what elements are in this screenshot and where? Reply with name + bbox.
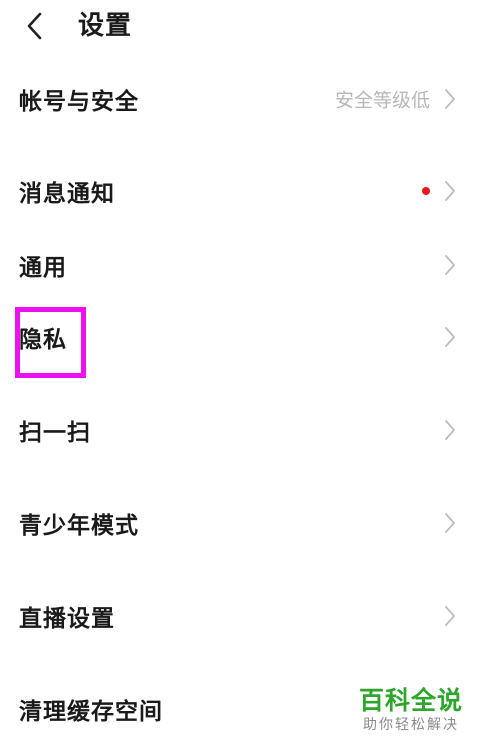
settings-item-label: 隐私 (19, 327, 67, 353)
page-title: 设置 (78, 11, 133, 41)
settings-item-label: 清理缓存空间 (19, 699, 163, 725)
chevron-right-icon (445, 181, 455, 201)
settings-item-teen-mode[interactable]: 青少年模式 (0, 493, 480, 553)
watermark-title: 百科全说 (358, 686, 463, 715)
settings-item-privacy[interactable]: 隐私 (0, 307, 480, 367)
watermark-subtitle: 助你轻松解决 (363, 717, 459, 733)
settings-item-label: 扫一扫 (19, 420, 91, 446)
chevron-left-icon (27, 12, 42, 40)
chevron-right-icon (445, 255, 455, 275)
settings-item-label: 通用 (19, 255, 67, 281)
settings-item-live-settings[interactable]: 直播设置 (0, 586, 480, 646)
chevron-right-icon (445, 89, 455, 109)
header-bar: 设置 (0, 0, 480, 56)
settings-item-label: 帐号与安全 (19, 89, 139, 115)
watermark-logo: 百科全说 助你轻松解决 (356, 686, 466, 734)
security-level-note: 安全等级低 (334, 89, 430, 112)
chevron-right-icon (445, 606, 455, 626)
settings-item-label: 消息通知 (19, 181, 115, 207)
settings-item-label: 直播设置 (19, 606, 115, 632)
settings-item-label: 青少年模式 (19, 513, 139, 539)
chevron-right-icon (445, 513, 455, 533)
chevron-right-icon (445, 420, 455, 440)
settings-item-general[interactable]: 通用 (0, 235, 480, 295)
settings-item-scan[interactable]: 扫一扫 (0, 400, 480, 460)
back-button[interactable] (16, 8, 52, 44)
settings-item-notifications[interactable]: 消息通知 (0, 161, 480, 221)
unread-dot-badge (422, 187, 430, 195)
chevron-right-icon (445, 327, 455, 347)
settings-item-account-security[interactable]: 帐号与安全 安全等级低 (0, 69, 480, 129)
